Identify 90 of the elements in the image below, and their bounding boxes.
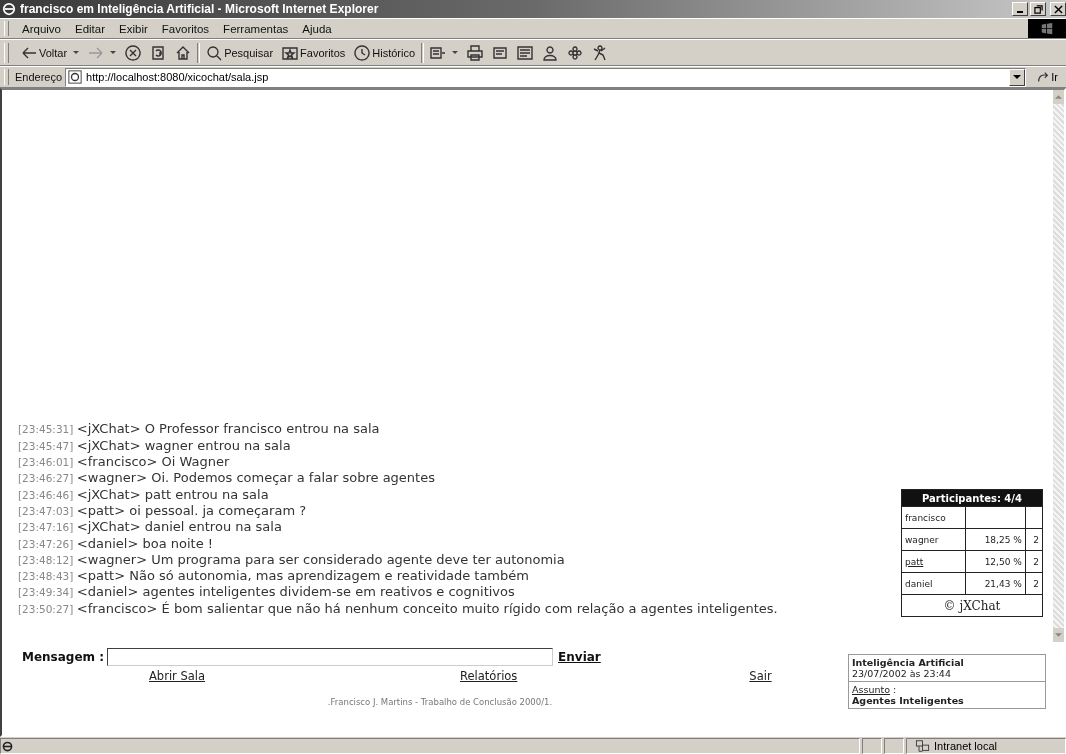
nav-link[interactable]: Abrir Sala bbox=[149, 669, 206, 683]
windows-flag-icon bbox=[1040, 21, 1054, 36]
menu-item[interactable]: Exibir bbox=[112, 22, 155, 35]
menu-item[interactable]: Ajuda bbox=[295, 22, 339, 35]
message-time: [23:50:27] bbox=[18, 602, 74, 615]
message-time: [23:48:12] bbox=[18, 553, 74, 566]
address-field[interactable]: http://localhost:8080/xicochat/sala.jsp bbox=[65, 67, 1027, 87]
page-icon bbox=[68, 70, 83, 84]
nav-link[interactable]: Relatórios bbox=[460, 669, 518, 683]
address-label: Endereço bbox=[15, 71, 63, 83]
room-date: 23/07/2002 às 23:44 bbox=[852, 668, 952, 679]
message-time: [23:46:27] bbox=[18, 472, 74, 485]
message-time: [23:47:16] bbox=[18, 521, 74, 534]
clock-icon bbox=[354, 44, 371, 61]
message-time: [23:45:47] bbox=[18, 439, 74, 452]
message-text: <jXChat> patt entrou na sala bbox=[76, 486, 269, 502]
message-text: <daniel> boa noite ! bbox=[76, 535, 213, 551]
subject-link[interactable]: Assunto bbox=[852, 684, 890, 695]
message-field[interactable] bbox=[107, 648, 554, 666]
message-text: <patt> Não só autonomia, mas aprendizagem e reatividade também bbox=[76, 568, 529, 584]
message-label: Mensagem : bbox=[22, 650, 105, 664]
message-time: [23:45:31] bbox=[18, 423, 74, 436]
participant-share: 18,25 % bbox=[984, 534, 1022, 545]
person-icon bbox=[542, 44, 559, 61]
participant-count: 2 bbox=[1033, 556, 1039, 567]
nav-link[interactable]: Sair bbox=[749, 669, 772, 683]
message-time: [23:46:46] bbox=[18, 488, 74, 501]
subject-separator: : bbox=[893, 684, 897, 695]
back-button[interactable]: Voltar bbox=[18, 41, 83, 64]
message-text: <daniel> agentes inteligentes dividem-se em reativos e cognitivos bbox=[76, 584, 515, 600]
participant-name: wagner bbox=[905, 534, 939, 545]
search-icon bbox=[206, 44, 223, 61]
document-icon bbox=[492, 44, 509, 61]
message-text: <jXChat> O Professor francisco entrou na sala bbox=[76, 421, 380, 437]
message-text: <wagner> Um programa para ser considerado agente deve ter autonomia bbox=[76, 551, 565, 567]
menu-item[interactable]: Ferramentas bbox=[216, 22, 296, 35]
message-time: [23:46:01] bbox=[18, 456, 74, 469]
favorites-button[interactable]: Favoritos bbox=[279, 41, 349, 64]
restore-button[interactable] bbox=[1030, 2, 1046, 16]
window-title: francisco em Inteligência Artificial - Microsoft Internet Explorer bbox=[20, 2, 380, 16]
message-time: [23:47:26] bbox=[18, 537, 74, 550]
message-text: <jXChat> daniel entrou na sala bbox=[76, 519, 282, 535]
home-icon bbox=[175, 44, 192, 61]
star-icon bbox=[282, 44, 299, 61]
message-text: <jXChat> wagner entrou na sala bbox=[76, 437, 291, 453]
message-text: <patt> oi pessoal. ja começaram ? bbox=[76, 502, 307, 518]
message-text: <wagner> Oi. Podemos começar a falar sobre agentes bbox=[76, 470, 435, 486]
caret-icon bbox=[1013, 75, 1022, 79]
browser-icon bbox=[2, 2, 16, 16]
go-arrow-icon bbox=[1036, 70, 1051, 84]
message-time: [23:49:34] bbox=[18, 586, 74, 599]
participant-count: 2 bbox=[1033, 578, 1039, 589]
room-name: Inteligência Artificial bbox=[852, 657, 965, 668]
document-icon bbox=[517, 44, 534, 61]
participant-name: francisco bbox=[905, 512, 946, 523]
menu-item[interactable]: Favoritos bbox=[154, 22, 217, 35]
copyright-text: © jXChat bbox=[943, 598, 1001, 613]
up-arrow-icon bbox=[1055, 95, 1062, 99]
participant-name: daniel bbox=[905, 578, 933, 589]
network-icon bbox=[915, 739, 930, 753]
stop-icon bbox=[125, 44, 142, 61]
restore-icon bbox=[1033, 4, 1043, 14]
menu-item[interactable]: Editar bbox=[68, 22, 113, 35]
message-time: [23:48:43] bbox=[18, 570, 74, 583]
participant-share: 21,43 % bbox=[984, 578, 1022, 589]
subject-text: Agentes Inteligentes bbox=[852, 695, 965, 706]
participant-count: 2 bbox=[1033, 534, 1039, 545]
dropdown-button[interactable] bbox=[1009, 68, 1026, 86]
history-button[interactable]: Histórico bbox=[351, 41, 419, 64]
participants-header: Participantes: 4/4 bbox=[901, 489, 1043, 507]
send-link[interactable]: Enviar bbox=[558, 650, 601, 664]
printer-icon bbox=[467, 44, 484, 61]
participant-share: 12,50 % bbox=[984, 556, 1022, 567]
close-icon bbox=[1053, 4, 1063, 14]
page-icon bbox=[1, 739, 14, 753]
figure-icon bbox=[592, 44, 609, 61]
menu-item[interactable]: Arquivo bbox=[15, 22, 68, 35]
search-button[interactable]: Pesquisar bbox=[203, 41, 277, 64]
credit-text: .Francisco J. Martins - Trabalho de Conclusão 2000/1. bbox=[326, 697, 554, 707]
zone-label: Intranet local bbox=[934, 740, 997, 752]
participant-link[interactable]: patt bbox=[905, 556, 924, 567]
close-button[interactable] bbox=[1050, 2, 1066, 16]
flower-icon bbox=[567, 44, 584, 61]
down-arrow-icon bbox=[1055, 633, 1062, 637]
go-button[interactable]: Ir bbox=[1026, 70, 1066, 84]
message-time: [23:47:03] bbox=[18, 504, 74, 517]
minimize-icon bbox=[1017, 11, 1023, 13]
message-text: <francisco> É bom salientar que não há nenhum conceito muito rígido com relação a agentes inteligentes. bbox=[76, 600, 778, 616]
minimize-button[interactable] bbox=[1012, 2, 1028, 16]
message-text: <francisco> Oi Wagner bbox=[76, 454, 230, 470]
